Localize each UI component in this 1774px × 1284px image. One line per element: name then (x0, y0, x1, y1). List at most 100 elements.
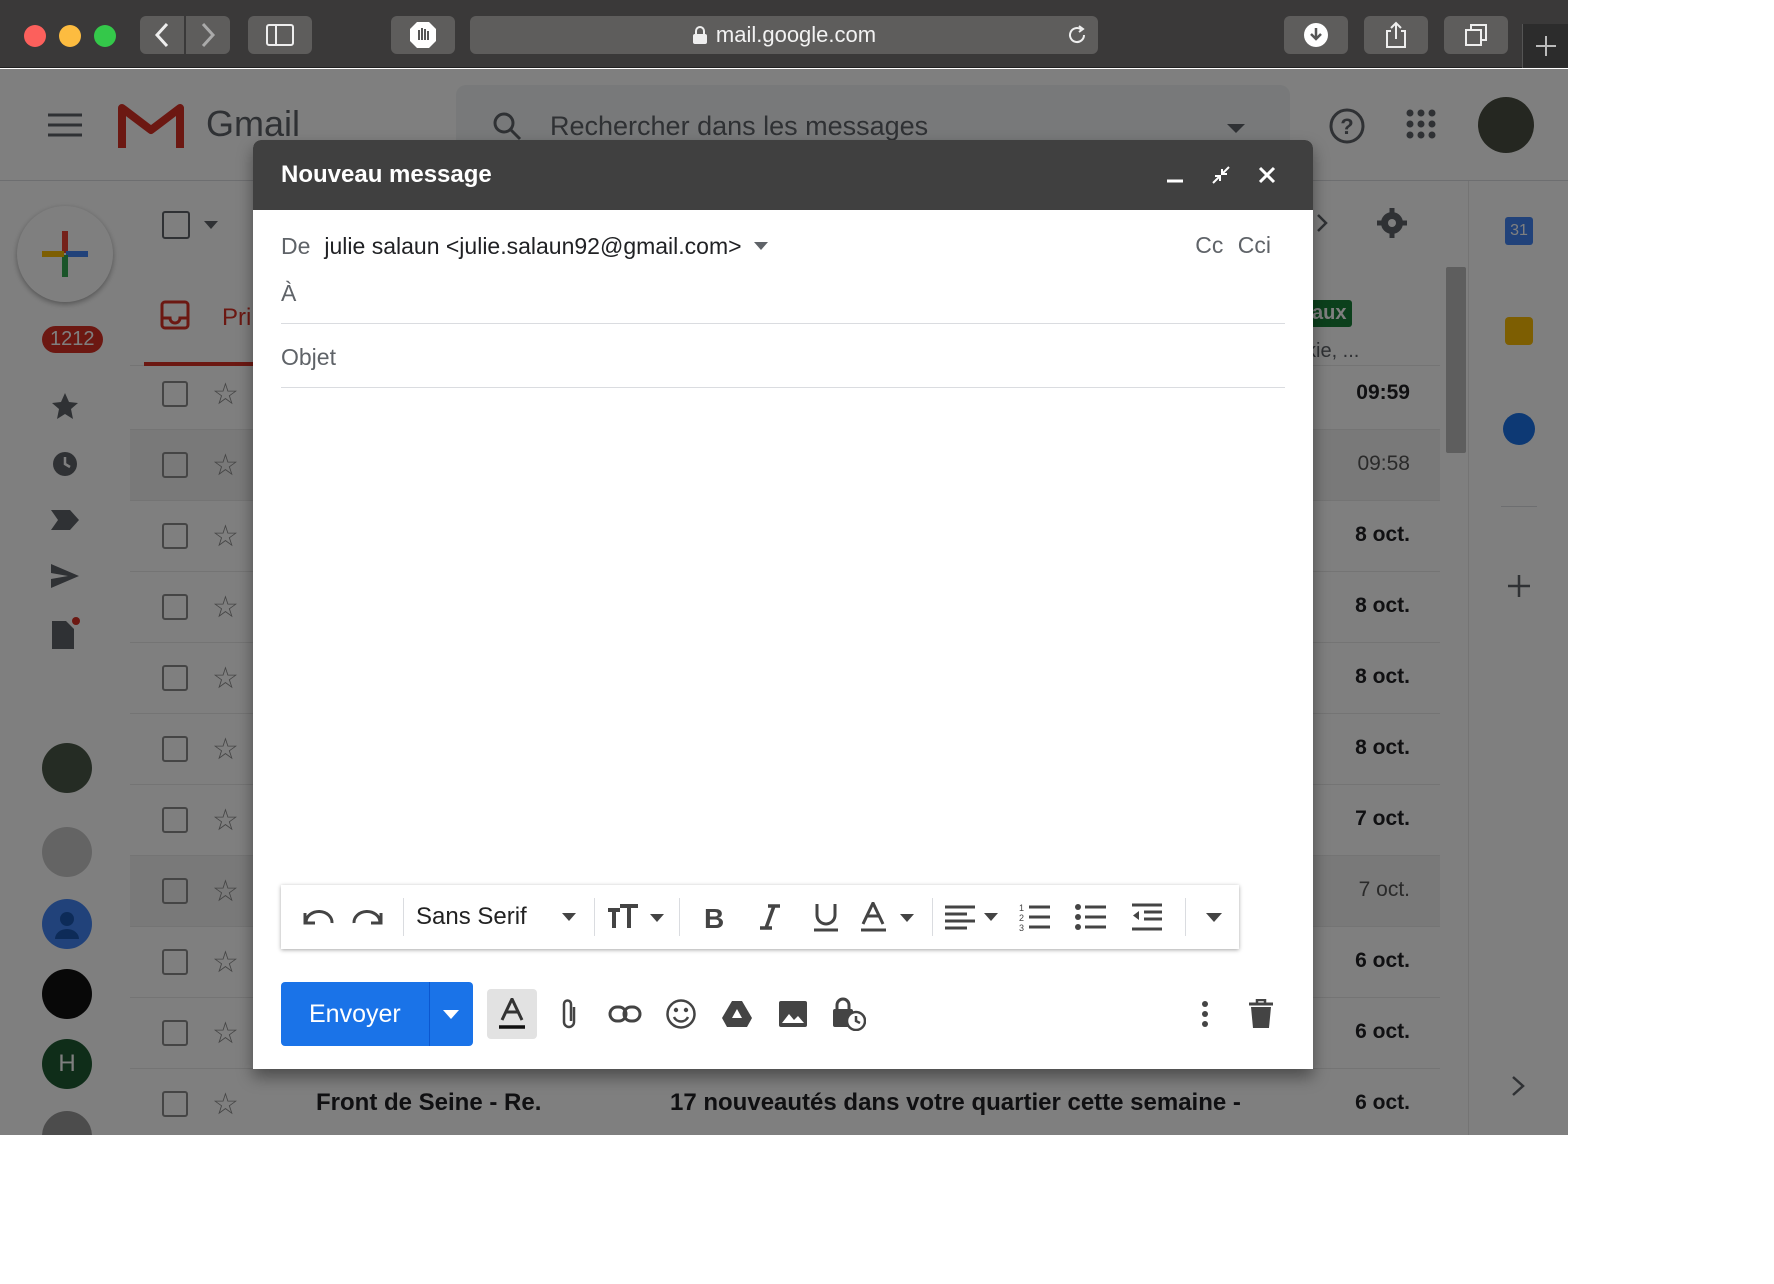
compose-title: Nouveau message (281, 161, 492, 188)
message-body[interactable] (281, 396, 1285, 866)
url-text: mail.google.com (715, 22, 877, 47)
send-button[interactable]: Envoyer (281, 1000, 429, 1029)
formatting-options-button[interactable] (486, 989, 537, 1039)
zoom-window-button[interactable] (94, 25, 116, 47)
insert-photo-button[interactable] (769, 990, 817, 1038)
undo-icon (303, 910, 334, 925)
minimize-window-button[interactable] (59, 25, 81, 47)
chevron-left-icon (154, 22, 169, 48)
from-address[interactable]: julie salaun <julie.salaun92@gmail.com> (324, 233, 741, 260)
align-left-icon (945, 905, 998, 930)
font-family-select[interactable]: Sans Serif (412, 897, 582, 937)
tabs-icon (1465, 24, 1487, 46)
back-button[interactable] (140, 16, 184, 54)
link-icon (608, 1005, 642, 1023)
paperclip-icon (562, 999, 575, 1029)
svg-text:B: B (704, 904, 724, 930)
from-row: De julie salaun <julie.salaun92@gmail.co… (281, 228, 1285, 264)
tab-overview-button[interactable] (1444, 16, 1508, 54)
send-button-group: Envoyer (281, 982, 473, 1046)
to-field[interactable]: À (281, 272, 1285, 324)
italic-button[interactable] (744, 897, 796, 937)
indent-less-icon (1132, 903, 1162, 931)
insert-emoji-button[interactable] (657, 990, 705, 1038)
download-icon (1304, 23, 1328, 47)
sidebar-icon (266, 24, 294, 46)
align-button[interactable] (941, 897, 1005, 937)
toolbar-separator (594, 898, 595, 936)
bulleted-list-icon (1075, 904, 1106, 930)
adblock-extension-button[interactable] (391, 16, 455, 54)
more-formatting-button[interactable] (1194, 897, 1234, 937)
underline-button[interactable] (800, 897, 852, 937)
text-color-button[interactable] (856, 897, 920, 937)
lock-clock-icon (832, 997, 866, 1031)
insert-link-button[interactable] (601, 990, 649, 1038)
undo-button[interactable] (295, 897, 341, 937)
toolbar-separator (679, 898, 680, 936)
redo-icon (352, 910, 383, 925)
text-color-icon (861, 902, 914, 932)
from-label: De (281, 232, 311, 259)
confidential-mode-button[interactable] (825, 990, 873, 1038)
indent-less-button[interactable] (1121, 897, 1173, 937)
reload-icon[interactable] (1066, 24, 1088, 52)
svg-text:2: 2 (1019, 913, 1024, 923)
insert-drive-button[interactable] (713, 990, 761, 1038)
share-icon (1386, 21, 1406, 48)
compose-window: Nouveau message De julie salaun <julie.s… (253, 140, 1313, 1069)
numbered-list-icon: 123 (1019, 903, 1050, 932)
font-size-button[interactable] (603, 897, 667, 937)
underline-icon (814, 904, 838, 932)
subject-field[interactable]: Objet (281, 324, 1285, 388)
bold-icon: B (704, 904, 724, 930)
browser-toolbar: mail.google.com (0, 0, 1568, 68)
chevron-down-icon (562, 913, 576, 921)
toolbar-separator (403, 898, 404, 936)
share-button[interactable] (1364, 16, 1428, 54)
more-options-button[interactable] (1181, 990, 1229, 1038)
italic-icon (760, 904, 780, 930)
plus-icon (1535, 36, 1556, 56)
address-bar[interactable]: mail.google.com (470, 16, 1098, 54)
redo-button[interactable] (345, 897, 391, 937)
close-window-button[interactable] (24, 25, 46, 47)
chevron-right-icon (201, 22, 216, 48)
svg-text:3: 3 (1019, 923, 1024, 932)
attach-button[interactable] (545, 990, 593, 1038)
toolbar-separator (1185, 898, 1186, 936)
send-options-button[interactable] (428, 982, 473, 1046)
drive-icon (721, 1001, 752, 1027)
compose-actions: Envoyer (281, 982, 1285, 1046)
new-tab-button[interactable] (1522, 24, 1568, 68)
downloads-button[interactable] (1284, 16, 1348, 54)
from-dropdown-icon[interactable] (753, 242, 768, 250)
bulleted-list-button[interactable] (1065, 897, 1117, 937)
lock-icon (692, 25, 708, 45)
numbered-list-button[interactable]: 123 (1009, 897, 1061, 937)
discard-draft-button[interactable] (1237, 990, 1285, 1038)
sidebar-toggle-button[interactable] (248, 16, 312, 54)
bold-button[interactable]: B (688, 897, 740, 937)
stop-hand-icon (410, 22, 436, 48)
toolbar-separator (932, 898, 933, 936)
cci-link[interactable]: Cci (1238, 232, 1271, 258)
compose-header: Nouveau message (253, 140, 1313, 210)
more-vert-icon (1202, 1001, 1208, 1027)
text-format-icon (498, 998, 525, 1029)
trash-icon (1249, 999, 1273, 1028)
cc-link[interactable]: Cc (1195, 232, 1223, 258)
exit-fullscreen-icon[interactable] (1203, 157, 1239, 193)
font-size-icon (608, 904, 664, 928)
minimize-icon[interactable] (1157, 157, 1193, 193)
cc-cci-links: Cc Cci (1195, 232, 1271, 259)
chevron-down-icon (443, 1009, 460, 1019)
emoji-icon (665, 999, 696, 1029)
forward-button[interactable] (186, 16, 230, 54)
close-icon[interactable] (1249, 157, 1285, 193)
font-family-label: Sans Serif (416, 903, 527, 930)
svg-text:1: 1 (1019, 903, 1024, 913)
screen: { "browser": { "url": "mail.google.com" … (0, 0, 1568, 1135)
to-label: À (281, 280, 297, 306)
photo-icon (778, 1001, 807, 1027)
